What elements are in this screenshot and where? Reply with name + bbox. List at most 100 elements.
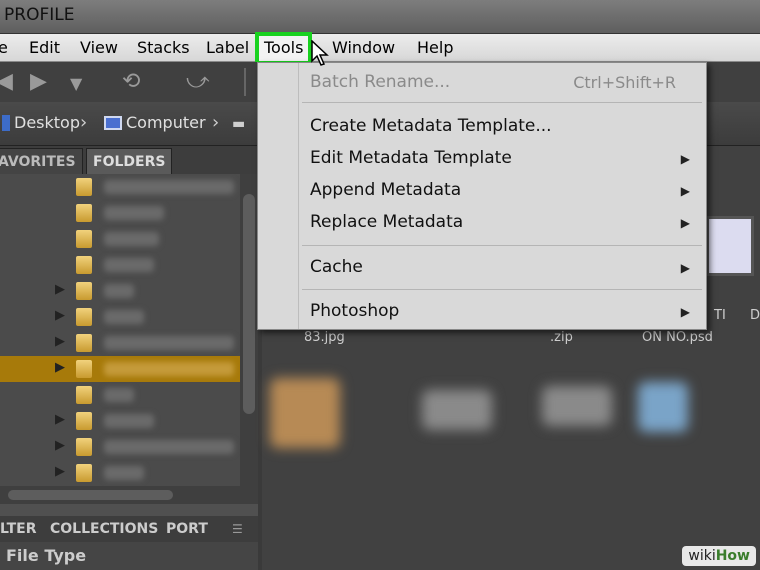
breadcrumb-desktop-label: Desktop (14, 113, 80, 132)
menu-tools[interactable]: Tools (255, 32, 313, 65)
file-thumbnail[interactable] (706, 216, 754, 276)
expand-icon[interactable]: ▶ (55, 464, 65, 479)
submenu-arrow-icon: ▶ (680, 152, 690, 166)
drive-icon[interactable]: ▬ (232, 116, 245, 132)
tree-row[interactable] (0, 382, 240, 408)
file-thumbnail[interactable] (638, 382, 688, 432)
tree-row[interactable]: ▶ (0, 460, 240, 486)
folder-icon (76, 360, 92, 378)
submenu-arrow-icon: ▶ (680, 184, 690, 198)
tree-row-selected[interactable]: ▶ (0, 356, 240, 382)
boomerang-icon[interactable]: ⤻ (186, 70, 210, 94)
menu-bar: e Edit View Stacks Label Tools Window He… (0, 32, 760, 65)
expand-icon[interactable]: ▶ (55, 282, 65, 297)
menu-item-photoshop[interactable]: Photoshop (310, 301, 399, 321)
tree-row[interactable] (0, 174, 240, 200)
tab-export[interactable]: PORT (166, 516, 208, 542)
desktop-icon (2, 114, 10, 131)
tab-favorites[interactable]: AVORITES (0, 148, 83, 174)
panel-menu-icon[interactable]: ☰ (232, 516, 243, 542)
expand-icon[interactable]: ▶ (55, 308, 65, 323)
bottom-panel-tabs: LTER COLLECTIONS PORT ☰ (0, 516, 258, 542)
tree-row[interactable]: ▶ (0, 408, 240, 434)
panel-tabs: AVORITES FOLDERS (0, 146, 258, 174)
tab-collections[interactable]: COLLECTIONS (50, 516, 158, 542)
tree-row[interactable]: ▶ (0, 304, 240, 330)
folder-icon (76, 308, 92, 326)
file-label: 83.jpg (304, 330, 345, 345)
folder-icon (76, 334, 92, 352)
tree-row[interactable] (0, 226, 240, 252)
toolbar-separator (244, 68, 246, 96)
menu-item-append-metadata[interactable]: Append Metadata (310, 180, 461, 200)
file-thumbnail[interactable] (542, 386, 612, 426)
menu-separator (302, 289, 702, 290)
menu-separator (302, 245, 702, 246)
watermark-suffix: How (715, 548, 750, 564)
tab-folders[interactable]: FOLDERS (86, 148, 173, 174)
watermark: wikiHow (682, 546, 756, 566)
file-thumbnail[interactable] (422, 390, 492, 430)
recent-folder-icon[interactable]: ⟲ (122, 70, 140, 94)
menu-item-replace-metadata[interactable]: Replace Metadata (310, 212, 463, 232)
expand-icon[interactable]: ▶ (55, 438, 65, 453)
breadcrumb-computer[interactable]: Computer (104, 113, 206, 132)
folder-icon (76, 204, 92, 222)
window-title: PROFILE (4, 5, 75, 25)
tree-horizontal-scrollbar[interactable] (0, 486, 240, 504)
filter-file-type-label: File Type (6, 546, 87, 565)
tab-filter[interactable]: LTER (0, 516, 37, 542)
tree-row[interactable]: ▶ (0, 278, 240, 304)
submenu-arrow-icon: ▶ (680, 261, 690, 275)
expand-icon[interactable]: ▶ (55, 412, 65, 427)
computer-icon (104, 115, 122, 130)
mouse-cursor-icon (311, 40, 329, 66)
folder-icon (76, 412, 92, 430)
expand-icon[interactable]: ▶ (55, 334, 65, 349)
menu-label[interactable]: Label (206, 37, 249, 59)
menu-view[interactable]: View (80, 37, 118, 59)
scrollbar-thumb[interactable] (8, 490, 173, 500)
menu-window[interactable]: Window (332, 37, 395, 59)
filter-file-type-header[interactable]: File Type (0, 542, 258, 570)
menu-help[interactable]: Help (417, 37, 453, 59)
folder-icon (76, 230, 92, 248)
breadcrumb-chevron-icon[interactable]: › (80, 112, 87, 133)
breadcrumb-desktop[interactable]: Desktop (2, 113, 80, 132)
tree-row[interactable] (0, 252, 240, 278)
history-dropdown-icon[interactable]: ▼ (70, 72, 82, 96)
menu-file[interactable]: e (0, 37, 8, 59)
scrollbar-thumb[interactable] (243, 194, 255, 414)
submenu-arrow-icon: ▶ (680, 216, 690, 230)
menu-edit[interactable]: Edit (29, 37, 60, 59)
menu-item-cache[interactable]: Cache (310, 257, 363, 277)
folder-icon (76, 282, 92, 300)
folder-icon (76, 438, 92, 456)
tools-dropdown-menu: Batch Rename... Ctrl+Shift+R Create Meta… (257, 62, 707, 330)
menu-item-edit-metadata-template[interactable]: Edit Metadata Template (310, 148, 512, 168)
file-thumbnail[interactable] (270, 378, 340, 448)
watermark-prefix: wiki (688, 548, 716, 564)
folder-icon (76, 256, 92, 274)
batch-rename-shortcut: Ctrl+Shift+R (573, 73, 676, 92)
tree-row[interactable]: ▶ (0, 434, 240, 460)
folder-tree: ▶ ▶ ▶ ▶ ▶ ▶ ▶ (0, 174, 240, 504)
tree-vertical-scrollbar[interactable] (240, 174, 258, 504)
file-label: D (750, 308, 760, 323)
left-panel: AVORITES FOLDERS ▶ ▶ ▶ ▶ ▶ ▶ ▶ LTER COLL… (0, 146, 258, 570)
menu-item-batch-rename[interactable]: Batch Rename... (310, 72, 450, 92)
menu-separator (302, 102, 702, 103)
submenu-arrow-icon: ▶ (680, 305, 690, 319)
menu-stacks[interactable]: Stacks (137, 37, 190, 59)
file-label: .zip (550, 330, 573, 345)
tree-row[interactable]: ▶ (0, 330, 240, 356)
file-label: TI (714, 308, 726, 323)
expand-icon[interactable]: ▶ (55, 360, 65, 375)
breadcrumb-chevron-icon[interactable]: › (212, 112, 219, 133)
tree-row[interactable] (0, 200, 240, 226)
menu-item-create-metadata-template[interactable]: Create Metadata Template... (310, 116, 552, 136)
back-icon[interactable]: ◀ (0, 70, 13, 94)
file-label: ON NO.psd (642, 330, 713, 345)
title-bar: PROFILE (0, 0, 760, 34)
forward-icon[interactable]: ▶ (30, 70, 47, 94)
